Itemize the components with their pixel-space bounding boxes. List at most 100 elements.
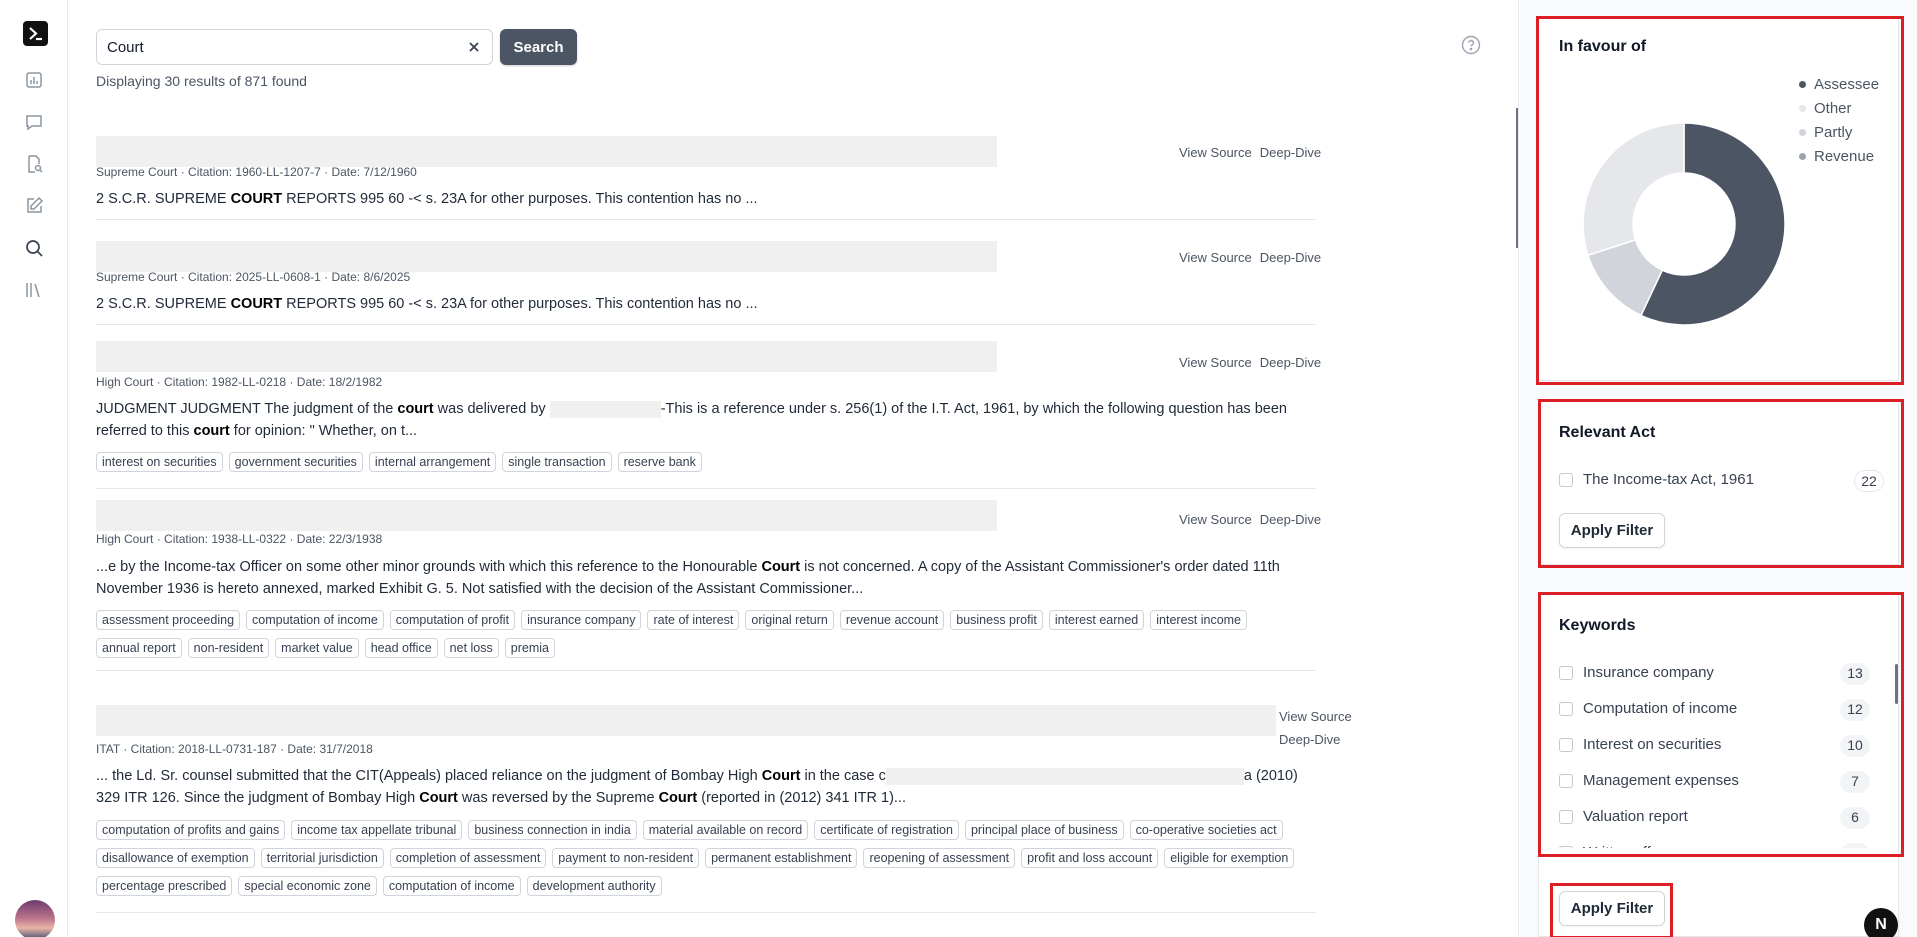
keyword-tag[interactable]: internal arrangement (368, 452, 497, 472)
keyword-checkbox[interactable] (1559, 810, 1573, 824)
apply-filter-keywords-button[interactable]: Apply Filter (1559, 891, 1665, 926)
keyword-tag[interactable]: original return (745, 610, 834, 630)
keyword-checkbox[interactable] (1559, 846, 1573, 848)
edit-icon[interactable] (24, 196, 46, 218)
keyword-tag[interactable]: interest earned (1048, 610, 1145, 630)
keyword-tag[interactable]: development authority (526, 876, 662, 896)
keyword-tag[interactable]: premia (504, 638, 555, 658)
deep-dive-link[interactable]: Deep-Dive (1260, 250, 1321, 265)
keyword-tag[interactable]: eligible for exemption (1164, 848, 1295, 868)
keyword-tag[interactable]: business connection in india (468, 820, 637, 840)
result-title-redacted[interactable] (96, 500, 997, 531)
view-source-link[interactable]: View Source (1179, 355, 1252, 370)
terminal-logo-icon[interactable] (23, 21, 48, 46)
keyword-tag[interactable]: market value (275, 638, 359, 658)
deep-dive-link[interactable]: Deep-Dive (1260, 512, 1321, 527)
keyword-checkbox[interactable] (1559, 774, 1573, 788)
keyword-tag[interactable]: completion of assessment (389, 848, 547, 868)
keyword-filter-option[interactable]: Valuation report 6 (1559, 807, 1884, 829)
app-root: Search Displaying 30 results of 871 foun… (0, 0, 1917, 937)
keyword-tag[interactable]: co-operative societies act (1129, 820, 1283, 840)
library-icon[interactable] (24, 280, 46, 302)
act-checkbox[interactable] (1559, 473, 1573, 487)
result-title-redacted[interactable] (96, 136, 997, 167)
act-filter-option[interactable]: The Income-tax Act, 1961 22 (1559, 470, 1884, 492)
deep-dive-link[interactable]: Deep-Dive (1260, 355, 1321, 370)
keywords-scrollbar[interactable] (1895, 664, 1898, 704)
keyword-tag[interactable]: single transaction (502, 452, 612, 472)
keyword-tag[interactable]: insurance company (521, 610, 642, 630)
keyword-tag[interactable]: computation of income (246, 610, 384, 630)
sidebar-rail (0, 0, 68, 937)
pie-slice-other[interactable] (1582, 122, 1685, 257)
search-icon[interactable] (24, 238, 46, 260)
apply-filter-act-button[interactable]: Apply Filter (1559, 513, 1665, 548)
keyword-tag[interactable]: net loss (443, 638, 499, 658)
keyword-tag[interactable]: head office (364, 638, 438, 658)
keyword-tag[interactable]: rate of interest (647, 610, 740, 630)
keyword-tag[interactable]: computation of profits and gains (96, 820, 286, 840)
result-meta: ITAT · Citation: 2018-LL-0731-187 · Date… (96, 742, 373, 756)
keyword-filter-option[interactable]: Management expenses 7 (1559, 771, 1884, 793)
search-input[interactable] (107, 30, 447, 64)
results-count: Displaying 30 results of 871 found (96, 73, 307, 89)
legend-item[interactable]: Assessee (1799, 76, 1879, 93)
keyword-tag[interactable]: percentage prescribed (96, 876, 233, 896)
keyword-tag[interactable]: annual report (96, 638, 182, 658)
keyword-tag[interactable]: territorial jurisdiction (260, 848, 384, 868)
keyword-filter-option[interactable]: Computation of income 12 (1559, 699, 1884, 721)
keyword-tag[interactable]: revenue account (839, 610, 945, 630)
assistant-badge[interactable]: N (1864, 908, 1898, 937)
clear-search-icon[interactable] (466, 39, 482, 55)
view-source-link[interactable]: View Source (1279, 705, 1352, 728)
deep-dive-link[interactable]: Deep-Dive (1279, 728, 1352, 751)
keyword-filter-option[interactable]: Insurance company 13 (1559, 663, 1884, 685)
view-source-link[interactable]: View Source (1179, 250, 1252, 265)
legend-item[interactable]: Partly (1799, 124, 1852, 141)
view-source-link[interactable]: View Source (1179, 145, 1252, 160)
deep-dive-link[interactable]: Deep-Dive (1260, 145, 1321, 160)
keyword-tag[interactable]: principal place of business (964, 820, 1124, 840)
keyword-tag[interactable]: certificate of registration (814, 820, 959, 840)
result-item: View Source Deep-Dive Supreme Court · Cit… (96, 241, 1321, 325)
result-title-redacted[interactable] (96, 341, 997, 372)
keyword-tag[interactable]: business profit (950, 610, 1043, 630)
keyword-tag[interactable]: disallowance of exemption (96, 848, 255, 868)
help-icon[interactable] (1461, 35, 1481, 55)
view-source-link[interactable]: View Source (1179, 512, 1252, 527)
keywords-card: Keywords Insurance company 13 Computation … (1538, 594, 1899, 937)
chart-icon[interactable] (24, 70, 46, 92)
keyword-filter-option[interactable]: Interest on securities 10 (1559, 735, 1884, 757)
keyword-filter-option[interactable]: Written off 6 (1559, 843, 1884, 848)
keywords-list: Insurance company 13 Computation of income… (1539, 653, 1900, 848)
keyword-tag[interactable]: government securities (228, 452, 363, 472)
document-search-icon[interactable] (24, 154, 46, 176)
search-field[interactable] (96, 29, 493, 65)
keyword-checkbox[interactable] (1559, 666, 1573, 680)
keyword-checkbox[interactable] (1559, 738, 1573, 752)
keyword-tag[interactable]: profit and loss account (1021, 848, 1159, 868)
keyword-tag[interactable]: interest on securities (96, 452, 223, 472)
keyword-tag[interactable]: non-resident (187, 638, 270, 658)
keyword-tag[interactable]: material available on record (642, 820, 809, 840)
keyword-tag[interactable]: payment to non-resident (552, 848, 700, 868)
result-meta: High Court · Citation: 1982-LL-0218 · Da… (96, 375, 383, 389)
keyword-tag[interactable]: special economic zone (238, 876, 377, 896)
keyword-tag[interactable]: computation of profit (389, 610, 516, 630)
keyword-tag[interactable]: income tax appellate tribunal (291, 820, 463, 840)
search-button[interactable]: Search (500, 29, 577, 65)
result-snippet: JUDGMENT JUDGMENT The judgment of the co… (96, 400, 1287, 439)
user-avatar[interactable] (15, 900, 55, 937)
keyword-tag[interactable]: interest income (1150, 610, 1248, 630)
keyword-tag[interactable]: permanent establishment (705, 848, 858, 868)
keyword-tag[interactable]: computation of income (382, 876, 521, 896)
keyword-tag[interactable]: assessment proceeding (96, 610, 241, 630)
legend-item[interactable]: Revenue (1799, 148, 1874, 165)
keyword-tag[interactable]: reserve bank (617, 452, 702, 472)
keyword-tag[interactable]: reopening of assessment (863, 848, 1016, 868)
legend-item[interactable]: Other (1799, 100, 1852, 117)
result-title-redacted[interactable] (96, 705, 1276, 736)
chat-icon[interactable] (24, 112, 46, 134)
keyword-checkbox[interactable] (1559, 702, 1573, 716)
result-title-redacted[interactable] (96, 241, 997, 272)
